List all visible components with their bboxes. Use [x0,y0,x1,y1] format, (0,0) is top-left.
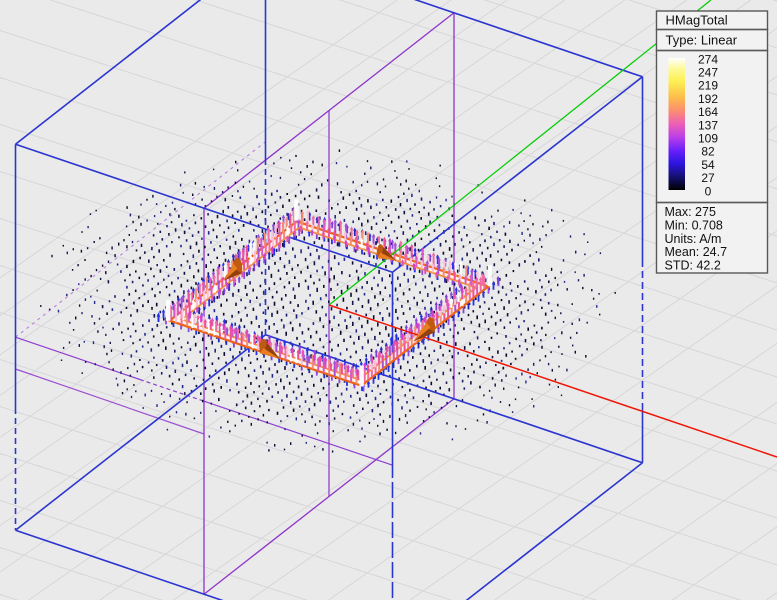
svg-text:247: 247 [698,66,718,80]
svg-text:164: 164 [698,105,718,119]
svg-text:HMagTotal: HMagTotal [666,13,728,28]
svg-text:Mean: 24.7: Mean: 24.7 [665,245,728,259]
svg-text:0: 0 [705,184,712,198]
svg-text:27: 27 [701,171,715,185]
svg-text:STD: 42.2: STD: 42.2 [665,259,721,273]
svg-text:219: 219 [698,79,718,93]
svg-text:Min: 0.708: Min: 0.708 [665,218,723,232]
svg-text:137: 137 [698,118,718,132]
svg-text:Units: A/m: Units: A/m [665,232,722,246]
svg-text:82: 82 [701,145,715,159]
svg-text:109: 109 [698,132,718,146]
svg-text:54: 54 [701,158,715,172]
svg-text:Type: Linear: Type: Linear [666,33,738,48]
svg-text:Max: 275: Max: 275 [665,205,716,219]
svg-text:274: 274 [698,52,718,66]
svg-text:192: 192 [698,92,718,106]
